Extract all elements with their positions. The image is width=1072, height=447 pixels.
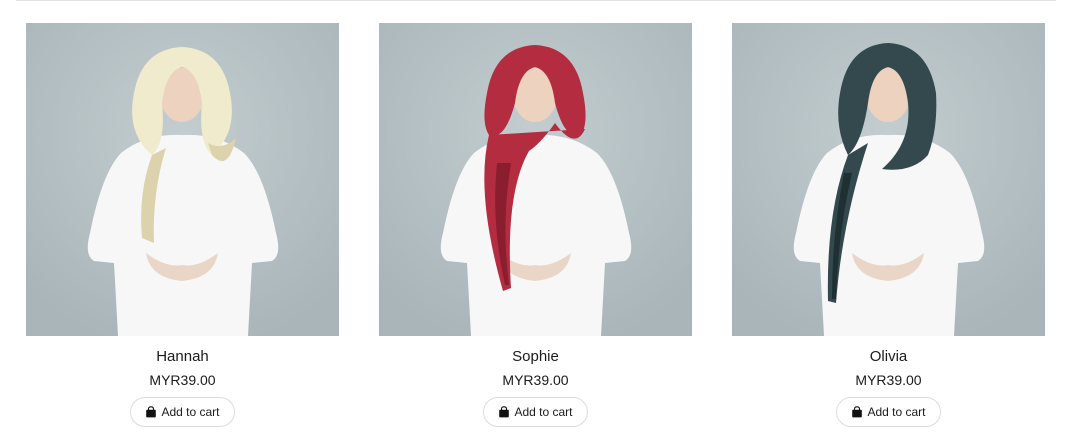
add-to-cart-label: Add to cart (867, 405, 926, 419)
shopping-bag-icon (499, 406, 510, 418)
product-price: MYR39.00 (149, 372, 216, 388)
product-image[interactable] (732, 23, 1045, 336)
product-card: Sophie MYR39.00 Add to cart (379, 23, 692, 427)
product-card: Hannah MYR39.00 Add to cart (26, 23, 339, 427)
product-name[interactable]: Olivia (870, 348, 908, 366)
product-grid: Hannah MYR39.00 Add to cart Sophie MYR39… (26, 23, 1045, 427)
top-divider (16, 0, 1056, 1)
add-to-cart-button[interactable]: Add to cart (483, 397, 588, 427)
add-to-cart-button[interactable]: Add to cart (836, 397, 941, 427)
model-illustration (379, 23, 692, 336)
shopping-bag-icon (852, 406, 863, 418)
product-image[interactable] (26, 23, 339, 336)
add-to-cart-button[interactable]: Add to cart (130, 397, 235, 427)
product-name[interactable]: Hannah (156, 348, 209, 366)
product-card: Olivia MYR39.00 Add to cart (732, 23, 1045, 427)
add-to-cart-label: Add to cart (514, 405, 573, 419)
product-name[interactable]: Sophie (512, 348, 559, 366)
product-price: MYR39.00 (855, 372, 922, 388)
add-to-cart-label: Add to cart (161, 405, 220, 419)
shopping-bag-icon (146, 406, 157, 418)
product-image[interactable] (379, 23, 692, 336)
model-illustration (732, 23, 1045, 336)
model-illustration (26, 23, 339, 336)
product-price: MYR39.00 (502, 372, 569, 388)
